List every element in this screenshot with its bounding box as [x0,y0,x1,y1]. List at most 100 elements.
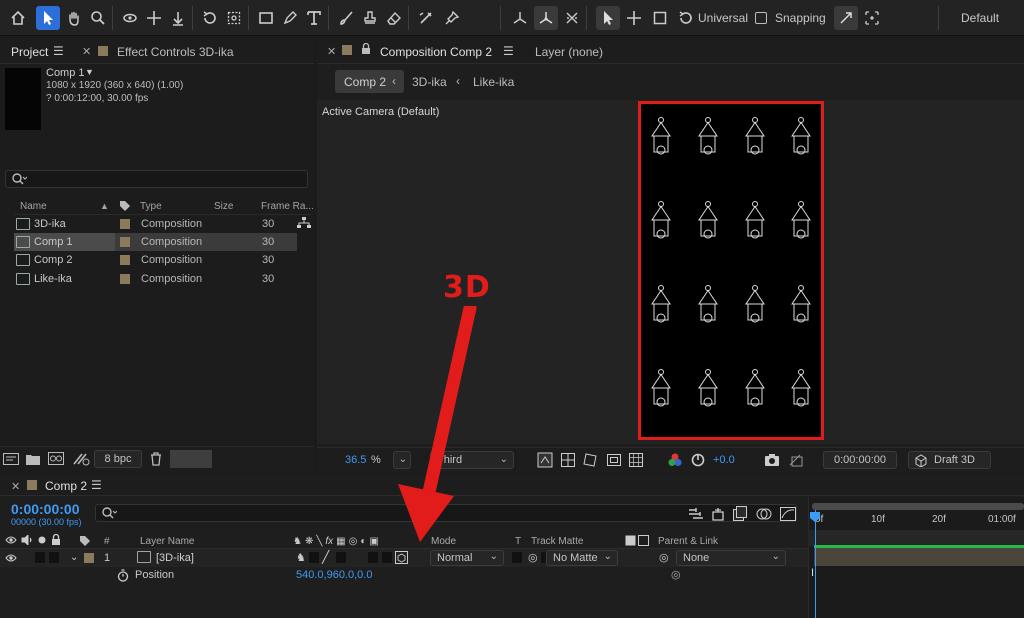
project-item[interactable]: Like-ika Composition 30 [14,270,297,288]
composition-flowchart-icon[interactable] [688,507,704,521]
layer-name[interactable]: [3D-ika] [156,552,194,564]
close-icon[interactable]: ✕ [82,45,91,58]
home-icon[interactable] [6,6,30,30]
puppet-pin-tool-icon[interactable] [440,6,464,30]
project-item[interactable]: Comp 1 Composition 30 [14,233,297,251]
frame-blending-icon[interactable] [733,506,747,521]
workspace-label[interactable]: Default [961,11,999,25]
region-of-interest-icon[interactable] [607,453,621,467]
sort-ascending-icon[interactable]: ▲ [100,201,109,211]
label-swatch[interactable] [120,274,130,284]
new-folder-icon[interactable] [26,453,40,465]
shy-toggle-icon[interactable]: ♞ [296,551,306,564]
show-snapshot-icon[interactable] [788,453,804,467]
bit-depth-button[interactable]: 8 bpc [94,450,142,468]
solo-toggle[interactable] [35,552,45,563]
frame-blend-switch-icon[interactable]: ▦ [336,536,345,547]
orbit-camera-icon[interactable] [118,6,142,30]
world-axis-mode-icon[interactable] [534,6,558,30]
fast-previews-icon[interactable] [537,452,553,468]
rotate-gizmo-icon[interactable] [674,6,698,30]
position-value[interactable]: 540.0,960.0,0.0 [296,569,372,581]
column-layer-name[interactable]: Layer Name [140,536,194,547]
hand-tool-icon[interactable] [62,6,86,30]
parent-pickwhip-icon[interactable]: ◎ [659,551,669,564]
graph-editor-icon[interactable] [780,507,796,521]
label-swatch[interactable] [120,219,130,229]
transparency-grid-icon[interactable] [561,453,575,467]
motion-blur-icon[interactable] [756,507,772,521]
label-swatch[interactable] [120,237,130,247]
column-parent[interactable]: Parent & Link [658,536,718,547]
label-color-swatch[interactable] [170,450,212,468]
move-tool-icon[interactable] [622,6,646,30]
column-size[interactable]: Size [214,201,233,212]
breadcrumb-comp-2[interactable]: Comp 2 [344,75,386,89]
clone-stamp-tool-icon[interactable] [358,6,382,30]
column-track-matte[interactable]: Track Matte [531,536,583,547]
close-icon[interactable]: ✕ [327,45,336,58]
snapping-label[interactable]: Snapping [775,11,826,25]
universal-selection-icon[interactable] [596,6,620,30]
collapse-switch-icon[interactable]: ❋ [305,536,313,547]
column-frame-rate[interactable]: Frame Ra... [261,201,314,212]
snapping-checkbox[interactable] [755,12,767,24]
text-tool-icon[interactable] [302,6,326,30]
zoom-value[interactable]: 36.5 [345,454,366,466]
shy-switch-icon[interactable]: ♞ [293,536,302,547]
brush-tool-icon[interactable] [334,6,358,30]
universal-label[interactable]: Universal [698,11,748,25]
tab-timeline[interactable]: Comp 2 [45,479,87,493]
label-column-icon[interactable] [119,200,131,212]
column-type[interactable]: Type [140,201,162,212]
panel-menu-icon[interactable]: ☰ [91,478,102,492]
pen-tool-icon[interactable] [278,6,302,30]
exposure-value[interactable]: +0.0 [713,454,735,466]
layer-bar[interactable] [814,548,1024,566]
layer-label-swatch[interactable] [84,553,94,563]
matte-pickwhip-icon[interactable]: ◎ [528,551,538,564]
camera-snapshot-icon[interactable] [764,453,780,467]
project-search-input[interactable] [5,170,308,188]
quality-switch-icon[interactable]: ╲ [316,536,322,547]
panel-menu-icon[interactable]: ☰ [53,44,64,58]
effects-switch-icon[interactable]: fx [325,536,333,547]
project-item[interactable]: Comp 2 Composition 30 [14,251,297,269]
scale-tool-icon[interactable] [648,6,672,30]
timeline-timecode[interactable]: 0:00:00:00 [11,501,80,517]
project-item[interactable]: 3D-ika Composition 30 [14,215,297,233]
audio-icon[interactable] [21,535,33,545]
quality-toggle-icon[interactable]: ╱ [322,550,329,564]
selection-tool-icon[interactable] [36,6,60,30]
rectangle-tool-icon[interactable] [254,6,278,30]
expression-pickwhip-icon[interactable]: ◎ [671,568,681,581]
local-axis-mode-icon[interactable] [508,6,532,30]
view-axis-mode-icon[interactable] [560,6,584,30]
grid-guides-icon[interactable] [629,453,643,467]
tab-layer[interactable]: Layer (none) [535,45,603,59]
trash-icon[interactable] [150,452,162,466]
expand-chevron-icon[interactable]: ⌄ [70,552,78,563]
matte-toggle-icon[interactable] [625,535,649,546]
label-swatch[interactable] [120,255,130,265]
mask-visibility-icon[interactable] [583,453,597,467]
3d-layer-switch-icon[interactable]: ▣ [369,536,378,547]
draft-3d-toggle-icon[interactable] [710,507,726,521]
preserve-transparency-toggle[interactable] [512,552,522,563]
tab-composition[interactable]: Composition Comp 2 [380,45,492,59]
lock-icon[interactable] [51,534,61,546]
color-channels-icon[interactable] [668,453,682,467]
effects-toggle[interactable] [336,552,346,563]
playhead-line[interactable] [815,510,816,618]
close-icon[interactable]: ✕ [11,480,20,493]
work-area-bar[interactable] [812,503,1024,510]
visibility-eye-icon[interactable] [5,553,17,563]
eye-icon[interactable] [5,535,17,545]
current-time-display[interactable]: 0:00:00:00 [823,451,897,469]
column-name[interactable]: Name [20,201,47,212]
chevron-down-icon[interactable]: ▼ [85,67,94,77]
pan-camera-icon[interactable] [142,6,166,30]
breadcrumb-like-ika[interactable]: Like-ika [473,75,514,89]
composition-canvas[interactable] [638,101,824,440]
snap-target-icon[interactable] [860,6,884,30]
